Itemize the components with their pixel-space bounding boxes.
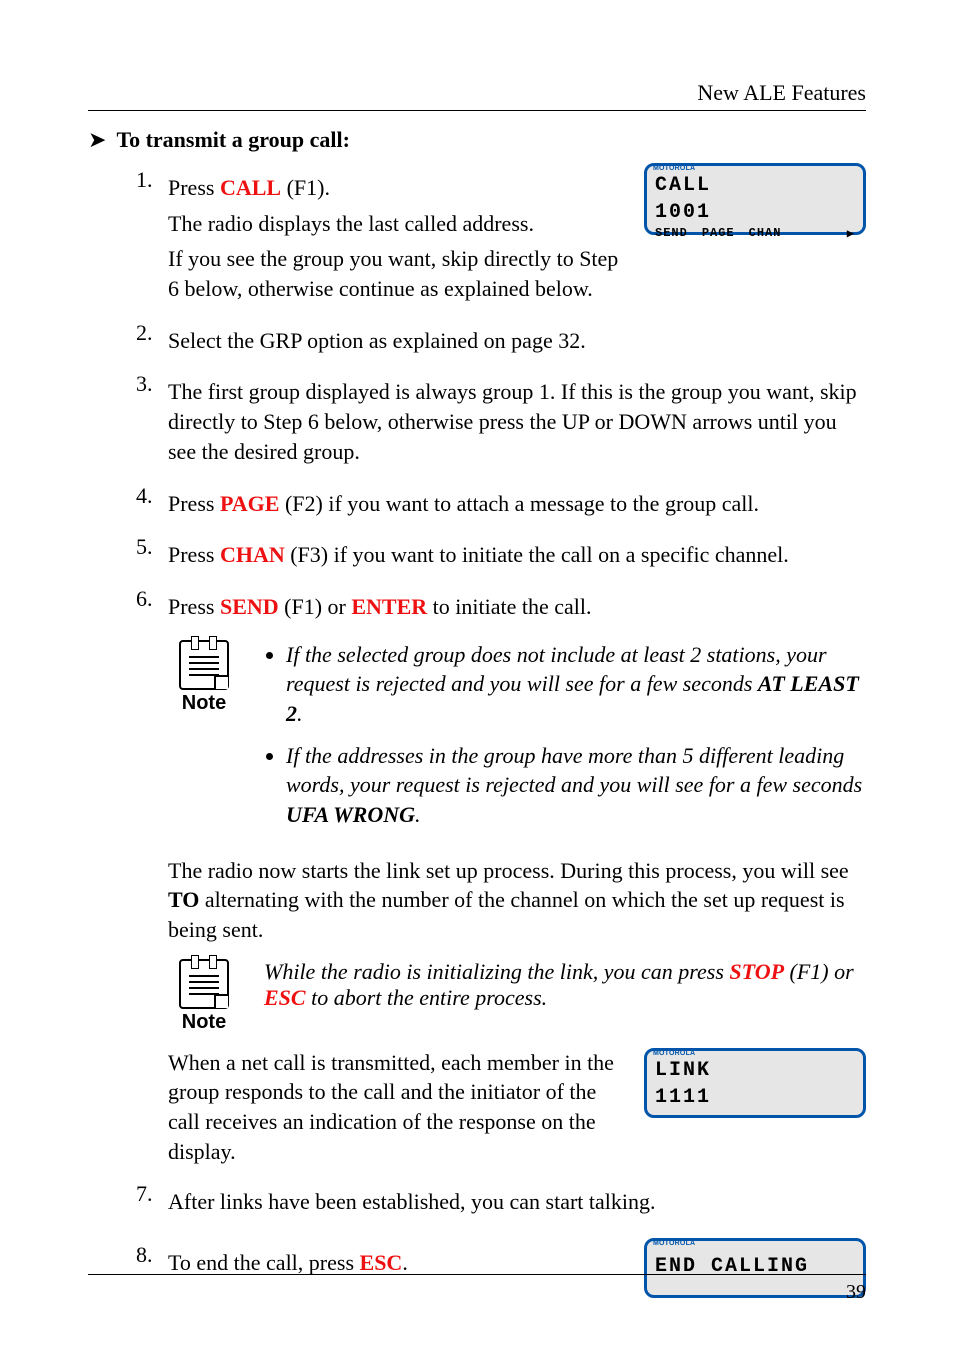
step-number: 2. [136,320,168,346]
step-1-line-3: If you see the group you want, skip dire… [168,244,632,303]
page-key: PAGE [220,491,279,516]
note-block-1: Note If the selected group does not incl… [168,640,866,842]
step-number: 6. [136,586,168,612]
section-arrow-icon: ➤ [88,129,106,151]
note-block-2: Note While the radio is initializing the… [168,959,866,1034]
note2-text: While the radio is initializing the link… [264,959,866,1011]
lcd-softkey-send: SEND [655,226,688,241]
step-number: 8. [136,1242,168,1268]
send-key: SEND [220,594,279,619]
lcd-brand: MOTOROLA [653,1050,695,1057]
lcd-softkey-page: PAGE [702,226,735,241]
step-number: 7. [136,1181,168,1207]
lcd-line-2: 1001 [655,201,855,224]
footer-rule [88,1274,866,1275]
note1-bullet-1: If the selected group does not include a… [286,640,866,729]
lcd-link-display: MOTOROLA LINK 1111 [644,1048,866,1118]
page-number: 39 [88,1281,866,1304]
note-icon [179,640,229,690]
step-number: 4. [136,483,168,509]
note-label: Note [168,692,240,715]
note1-bullet-2: If the addresses in the group have more … [286,741,866,830]
lcd-brand: MOTOROLA [653,1240,695,1247]
stop-key: STOP [729,959,784,984]
step-4-text: Press PAGE (F2) if you want to attach a … [168,489,866,519]
net-call-paragraph: When a net call is transmitted, each mem… [168,1048,628,1167]
lcd-line-2: 1111 [655,1086,855,1109]
page-header: New ALE Features [88,80,866,106]
step-5-text: Press CHAN (F3) if you want to initiate … [168,540,866,570]
step-number: 1. [136,167,168,193]
step-1-line-1: Press CALL (F1). [168,173,632,203]
step-7-text: After links have been established, you c… [168,1187,866,1217]
call-key: CALL [220,175,281,200]
step-6-text: Press SEND (F1) or ENTER to initiate the… [168,592,866,622]
step-2-text: Select the GRP option as explained on pa… [168,326,866,356]
note-icon [179,959,229,1009]
header-rule [88,110,866,111]
lcd-call-display: MOTOROLA CALL 1001 SEND PAGE CHAN ▶ [644,163,866,235]
lcd-brand: MOTOROLA [653,165,695,172]
lcd-softkey-chan: CHAN [749,226,782,241]
lcd-line-1: LINK [655,1059,855,1082]
enter-key: ENTER [351,594,427,619]
lcd-more-icon: ▶ [847,226,855,241]
step-1-line-2: The radio displays the last called addre… [168,209,632,239]
section-heading: To transmit a group call: [116,127,349,153]
esc-key: ESC [264,985,306,1010]
step-number: 5. [136,534,168,560]
esc-key: ESC [360,1250,403,1275]
lcd-line-1: CALL [655,174,855,197]
step-number: 3. [136,371,168,397]
note-label: Note [168,1011,240,1034]
link-setup-paragraph: The radio now starts the link set up pro… [168,856,866,945]
chan-key: CHAN [220,542,285,567]
step-3-text: The first group displayed is always grou… [168,377,866,466]
